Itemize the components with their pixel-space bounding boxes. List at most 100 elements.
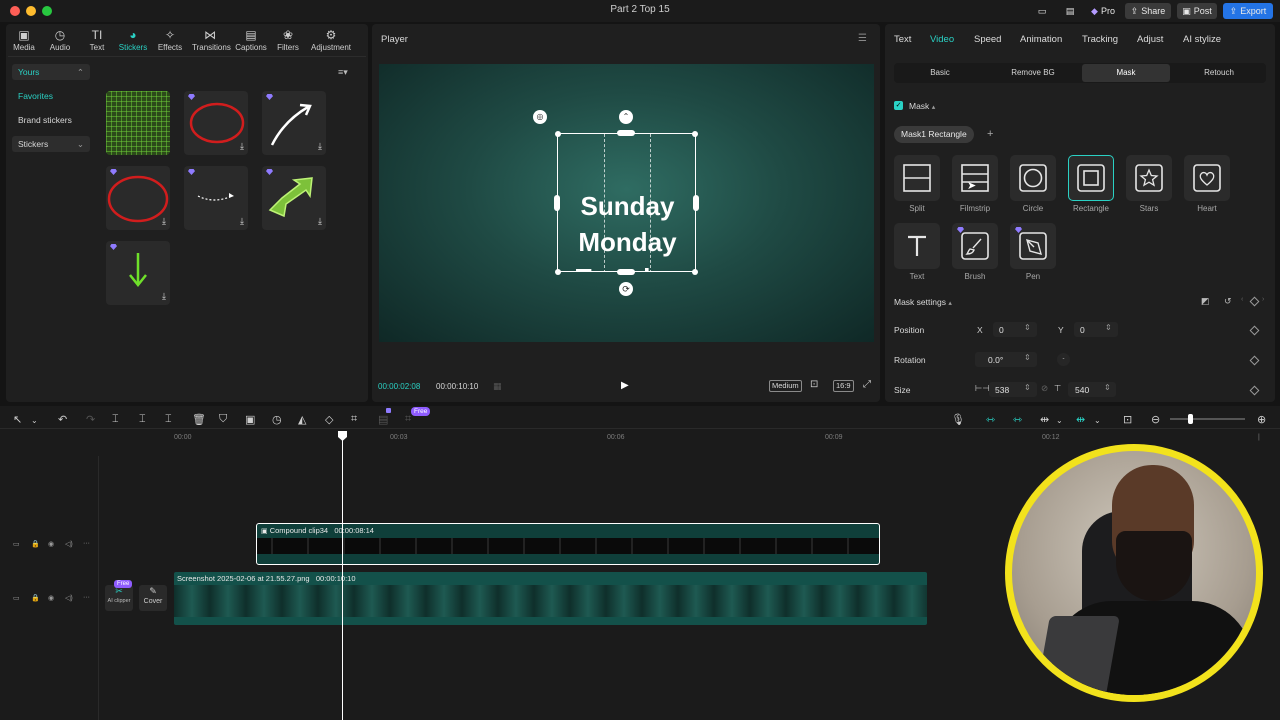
reset-icon[interactable]: ↺ [1224,296,1232,307]
tab-effects[interactable]: ✧ Effects [152,28,188,52]
magnet-icon[interactable]: ⇿ [986,413,995,426]
select-tool-icon[interactable]: ↖ [13,413,22,426]
fit-icon[interactable]: ⊡ [810,379,818,390]
volume-icon[interactable]: ◁) [65,594,73,602]
tab-audio[interactable]: ◷ Audio [42,28,78,52]
mask-option-rectangle[interactable] [1068,155,1114,201]
resize-handle-left[interactable] [554,195,560,211]
screenshot-clip[interactable]: Screenshot 2025-02-06 at 21.55.27.png 00… [174,572,927,625]
tab-transitions[interactable]: ⋈ Transitions [192,28,231,52]
mask-option-text[interactable] [894,223,940,269]
sidebar-item-brand-stickers[interactable]: Brand stickers [12,112,90,128]
share-button[interactable]: ⇪ Share [1125,3,1171,19]
stepper-icon[interactable]: ⇕ [1105,323,1112,332]
preview-axis-icon[interactable]: ⇹ [1040,413,1049,426]
tab-media[interactable]: ▣ Media [6,28,42,52]
play-button[interactable]: ▶ [621,380,629,391]
playhead[interactable] [342,436,343,720]
round-corner-icon[interactable]: ⌃ [619,110,633,124]
more-icon[interactable]: ··· [83,594,90,601]
invert-mask-icon[interactable]: ◩ [1201,296,1210,307]
resize-handle-top-left[interactable] [555,131,561,137]
stepper-icon[interactable]: ⇕ [1104,383,1111,392]
download-icon[interactable]: ⤓ [318,141,322,152]
chevron-down-icon[interactable]: ⌄ [1094,416,1101,425]
zoom-slider-thumb[interactable] [1188,414,1193,424]
undo-icon[interactable]: ↶ [58,413,67,426]
resize-handle-top-right[interactable] [692,131,698,137]
mirror-icon[interactable]: ◭ [298,413,306,426]
stepper-icon[interactable]: ⇕ [1024,383,1031,392]
aspect-ratio-selector[interactable]: 16:9 [833,380,854,392]
tab-adjustment[interactable]: ⚙ Adjustment [310,28,352,52]
download-icon[interactable]: ⤓ [240,141,244,152]
tab-filters[interactable]: ❀ Filters [270,28,306,52]
player-menu-icon[interactable]: ☰ [858,33,867,44]
microphone-icon[interactable]: 🎙 [951,413,965,426]
speed-icon[interactable]: ◷ [272,413,282,426]
rotate-clip-icon[interactable]: ◇ [325,413,333,426]
download-icon[interactable]: ⤓ [162,216,166,227]
video-preview[interactable]: Sunday Monday Tuesday ◎ ⌃ ⟳ [379,64,874,342]
redo-icon[interactable]: ↷ [86,413,95,426]
tab-text-properties[interactable]: Text [894,34,911,45]
delete-icon[interactable]: 🗑 [192,413,206,426]
mask-option-heart[interactable] [1184,155,1230,201]
mask-selection-box[interactable]: Sunday Monday Tuesday [557,133,696,272]
next-keyframe-icon[interactable]: › [1262,296,1264,303]
volume-icon[interactable]: ◁) [65,540,73,548]
zoom-slider[interactable] [1170,418,1245,420]
mask-settings-title[interactable]: Mask settings ▴ [894,297,952,307]
download-icon[interactable]: ⤓ [318,216,322,227]
sticker-dashed-arrow[interactable]: ⤓ [184,166,248,230]
sidebar-item-yours[interactable]: Yours ⌃ [12,64,90,80]
tab-tracking[interactable]: Tracking [1082,34,1118,45]
chevron-down-icon[interactable]: ⌄ [31,416,38,425]
mask-option-stars[interactable] [1126,155,1172,201]
tab-adjust[interactable]: Adjust [1137,34,1163,45]
add-mask-icon[interactable]: + [987,128,993,140]
sticker-green-arrow[interactable]: ⤓ [262,166,326,230]
split-left-icon[interactable]: ⌶ [139,413,146,426]
sticker-red-oval[interactable]: ⤓ [184,91,248,155]
fullscreen-icon[interactable]: ⤢ [863,379,871,390]
resize-handle-right[interactable] [693,195,699,211]
cover-button[interactable]: ✎ Cover [139,585,167,611]
link-ratio-icon[interactable]: ⊘ [1041,383,1048,394]
subtab-mask[interactable]: Mask [1082,64,1170,82]
freeze-icon[interactable]: ▣ [245,413,255,426]
split-tool-icon[interactable]: ⌶ [112,413,119,426]
track-cover-icon[interactable]: ▭ [13,594,20,602]
export-button[interactable]: ⇪ Export [1223,3,1273,19]
sticker-green-down-arrow[interactable]: ⤓ [106,241,170,305]
marker-icon[interactable]: ⛉ [219,413,227,426]
stepper-icon[interactable]: ⇕ [1024,323,1031,332]
eye-icon[interactable]: ◉ [48,540,54,548]
resize-handle-bottom-right[interactable] [692,269,698,275]
post-button[interactable]: ▣ Post [1177,3,1217,19]
crop-icon[interactable]: ⌗ [351,413,357,426]
more-icon[interactable]: ··· [83,540,90,547]
rotation-dial[interactable]: - [1057,353,1070,366]
mask-option-split[interactable] [894,155,940,201]
mask-chip[interactable]: Mask1 Rectangle [894,126,974,143]
mask-section-title[interactable]: Mask ▴ [909,101,935,111]
sticker-green-grid[interactable] [106,91,170,155]
mask-option-circle[interactable] [1010,155,1056,201]
sticker-white-arrow[interactable]: ⤓ [262,91,326,155]
compound-clip[interactable]: ▣ Compound clip34 00:00:08:14 [256,523,880,565]
tab-speed[interactable]: Speed [974,34,1001,45]
quality-selector[interactable]: Medium [769,380,802,392]
sidebar-item-stickers[interactable]: Stickers ⌄ [12,136,90,152]
ai-clipper-button[interactable]: ✂ AI clipper [105,585,133,611]
link-icon[interactable]: ⇿ [1013,413,1022,426]
tab-captions[interactable]: ▤ Captions [233,28,269,52]
zoom-out-icon[interactable]: ⊖ [1151,413,1160,426]
tab-ai-stylize[interactable]: AI stylize [1183,34,1221,45]
zoom-in-icon[interactable]: ⊕ [1257,413,1266,426]
snap-icon[interactable]: ⇹ [1076,413,1085,426]
subtab-remove-bg[interactable]: Remove BG [988,64,1078,82]
eye-icon[interactable]: ◉ [48,594,54,602]
split-right-icon[interactable]: ⌶ [165,413,172,426]
stepper-icon[interactable]: ⇕ [1024,353,1031,362]
